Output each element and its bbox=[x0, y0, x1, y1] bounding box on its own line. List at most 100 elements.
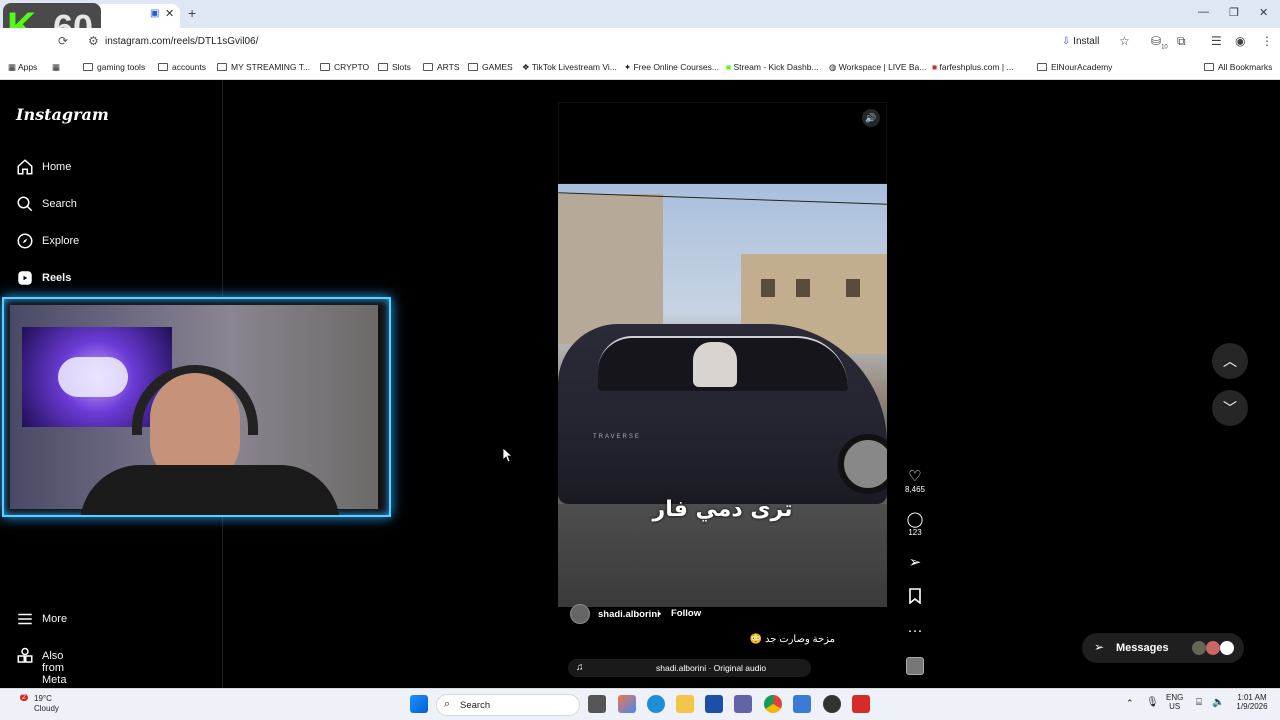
next-reel-button[interactable]: ﹀ bbox=[1212, 390, 1248, 426]
reading-list-icon[interactable]: ☰ bbox=[1211, 34, 1222, 48]
taskbar: 2 19°C Cloudy ⌕ Search ⌃ 🎙 ENG US ⌸ 🔈 1:… bbox=[0, 688, 1280, 720]
volume-icon[interactable]: 🔈 bbox=[1212, 697, 1224, 708]
car-badge: TRAVERSE bbox=[593, 434, 641, 440]
driver bbox=[693, 342, 737, 387]
bookmark-apps[interactable]: ▦ Apps bbox=[8, 62, 37, 73]
new-tab-icon[interactable]: + bbox=[188, 5, 196, 21]
edge-icon[interactable] bbox=[647, 695, 665, 713]
tray-chevron-icon[interactable]: ⌃ bbox=[1126, 698, 1134, 709]
audio-pill[interactable]: ♫ shadi.alborini · Original audio bbox=[568, 659, 811, 677]
clock-date: 1/9/2026 bbox=[1236, 702, 1268, 711]
video-caption-overlay: ترى دمي فار bbox=[652, 497, 793, 522]
bookmark-folder[interactable]: Slots bbox=[378, 62, 411, 72]
bookmark-folder[interactable]: gaming tools bbox=[83, 62, 145, 72]
language-indicator[interactable]: ENG US bbox=[1166, 693, 1183, 711]
bookmark-folder[interactable]: ARTS bbox=[423, 62, 460, 72]
profile-avatar[interactable]: ◉ bbox=[1235, 34, 1245, 48]
tab-close-icon[interactable]: ✕ bbox=[165, 7, 174, 20]
instagram-logo[interactable]: Instagram bbox=[16, 105, 109, 124]
window-close-icon[interactable]: ✕ bbox=[1259, 6, 1268, 19]
follow-button[interactable]: Follow bbox=[671, 608, 701, 619]
nav-label: Search bbox=[42, 198, 77, 210]
install-button[interactable]: ⇩ Install bbox=[1062, 33, 1108, 51]
store-icon[interactable] bbox=[705, 695, 723, 713]
site-info-icon[interactable]: ⚙ bbox=[88, 34, 99, 48]
extensions-icon[interactable]: ⧉ bbox=[1177, 34, 1186, 49]
file-explorer-icon[interactable] bbox=[676, 695, 694, 713]
microphone-icon[interactable]: 🎙 bbox=[1146, 697, 1159, 708]
volume-icon[interactable]: 🔊 bbox=[862, 109, 880, 127]
clock[interactable]: 1:01 AM 1/9/2026 bbox=[1232, 693, 1272, 711]
previous-reel-button[interactable]: ︿ bbox=[1212, 343, 1248, 379]
bookmark-link[interactable]: ❖ TikTok Livestream Vi... bbox=[522, 62, 617, 73]
extension-badge: 10 bbox=[1161, 44, 1168, 51]
obs-icon[interactable] bbox=[823, 695, 841, 713]
weather-badge: 2 bbox=[20, 694, 28, 701]
messages-label: Messages bbox=[1116, 642, 1169, 654]
send-icon: ➢ bbox=[908, 554, 922, 571]
avatar[interactable] bbox=[570, 604, 590, 624]
comment-icon: ◯ bbox=[906, 511, 924, 528]
reload-icon[interactable]: ⟳ bbox=[58, 34, 68, 48]
search-icon: ⌕ bbox=[444, 698, 451, 710]
bookmark-folder[interactable]: accounts bbox=[158, 62, 206, 72]
chevron-down-icon: ﹀ bbox=[1223, 400, 1237, 416]
reel-description[interactable]: مزحة وصارت جد 😳 bbox=[600, 634, 835, 645]
bookmark-folder[interactable]: GAMES bbox=[468, 62, 513, 72]
bookmark-link[interactable]: ◍ Workspace | LIVE Ba... bbox=[829, 62, 926, 73]
network-icon[interactable]: ⌸ bbox=[1196, 697, 1202, 708]
more-options-button[interactable]: ··· bbox=[904, 622, 926, 640]
more-dots-icon: ··· bbox=[907, 622, 923, 639]
messages-button[interactable]: ➢ Messages bbox=[1082, 633, 1244, 663]
copilot-icon[interactable] bbox=[618, 695, 636, 713]
outlook-icon[interactable] bbox=[793, 695, 811, 713]
chrome-icon[interactable] bbox=[764, 695, 782, 713]
like-count: 8,465 bbox=[904, 485, 926, 494]
tab-cast-icon: ▣ bbox=[150, 8, 160, 19]
audio-thumbnail[interactable] bbox=[906, 657, 924, 675]
bookmark-folder[interactable]: ElNourAcademy bbox=[1037, 62, 1112, 72]
comment-button[interactable]: ◯ 123 bbox=[904, 510, 926, 537]
reel-video[interactable]: TRAVERSE bbox=[558, 184, 887, 607]
avatar bbox=[1220, 641, 1234, 655]
app-icon[interactable] bbox=[852, 695, 870, 713]
reel-username[interactable]: shadi.alborini bbox=[598, 609, 660, 620]
heart-icon: ♡ bbox=[908, 468, 922, 485]
streamer-body bbox=[80, 465, 340, 515]
bookmark-folder[interactable]: MY STREAMING T... bbox=[217, 62, 310, 72]
bookmark-star-icon[interactable]: ☆ bbox=[1119, 34, 1130, 48]
home-icon bbox=[17, 159, 33, 175]
task-view-icon[interactable] bbox=[588, 695, 606, 713]
extension-stats-icon[interactable]: ⛁10 bbox=[1151, 34, 1168, 50]
share-button[interactable]: ➢ bbox=[904, 553, 926, 571]
nav-label: Also from Meta bbox=[42, 650, 67, 686]
like-button[interactable]: ♡ 8,465 bbox=[904, 467, 926, 494]
car: TRAVERSE bbox=[558, 324, 887, 504]
audio-label: shadi.alborini · Original audio bbox=[656, 663, 767, 673]
taskbar-search-label: Search bbox=[460, 700, 491, 711]
bookmark-folder[interactable]: CRYPTO bbox=[320, 62, 369, 72]
all-bookmarks[interactable]: All Bookmarks bbox=[1204, 62, 1272, 72]
bookmark-link[interactable]: ✦ Free Online Courses... bbox=[624, 62, 719, 73]
reels-icon bbox=[18, 271, 32, 285]
minimize-icon[interactable]: — bbox=[1198, 6, 1209, 18]
bookmark-link[interactable]: ■ farfeshplus.com | ... bbox=[932, 62, 1014, 72]
webcam-feed bbox=[10, 305, 378, 515]
taskbar-search[interactable]: ⌕ Search bbox=[436, 694, 580, 716]
browser-menu-icon[interactable]: ⋮ bbox=[1261, 34, 1273, 48]
meta-grid-icon bbox=[17, 647, 33, 663]
compass-icon bbox=[17, 233, 33, 249]
avatar bbox=[1192, 641, 1206, 655]
save-button[interactable] bbox=[904, 588, 926, 609]
url-field[interactable]: instagram.com/reels/DTL1sGvil06/ bbox=[105, 36, 258, 47]
restore-icon[interactable]: ❐ bbox=[1229, 6, 1239, 19]
bookmark-link[interactable]: ■ Stream - Kick Dashb... bbox=[726, 62, 819, 72]
browser-tab-bar: In ▣ ✕ + — ❐ ✕ bbox=[0, 0, 1280, 28]
avatar bbox=[1206, 641, 1220, 655]
separator-dot: • bbox=[658, 609, 662, 619]
nav-label: Explore bbox=[42, 235, 80, 247]
teams-icon[interactable] bbox=[734, 695, 752, 713]
windows-start-icon[interactable] bbox=[410, 695, 428, 713]
tab-groups-icon[interactable]: ▦ bbox=[52, 62, 60, 73]
region-label: US bbox=[1169, 702, 1181, 711]
